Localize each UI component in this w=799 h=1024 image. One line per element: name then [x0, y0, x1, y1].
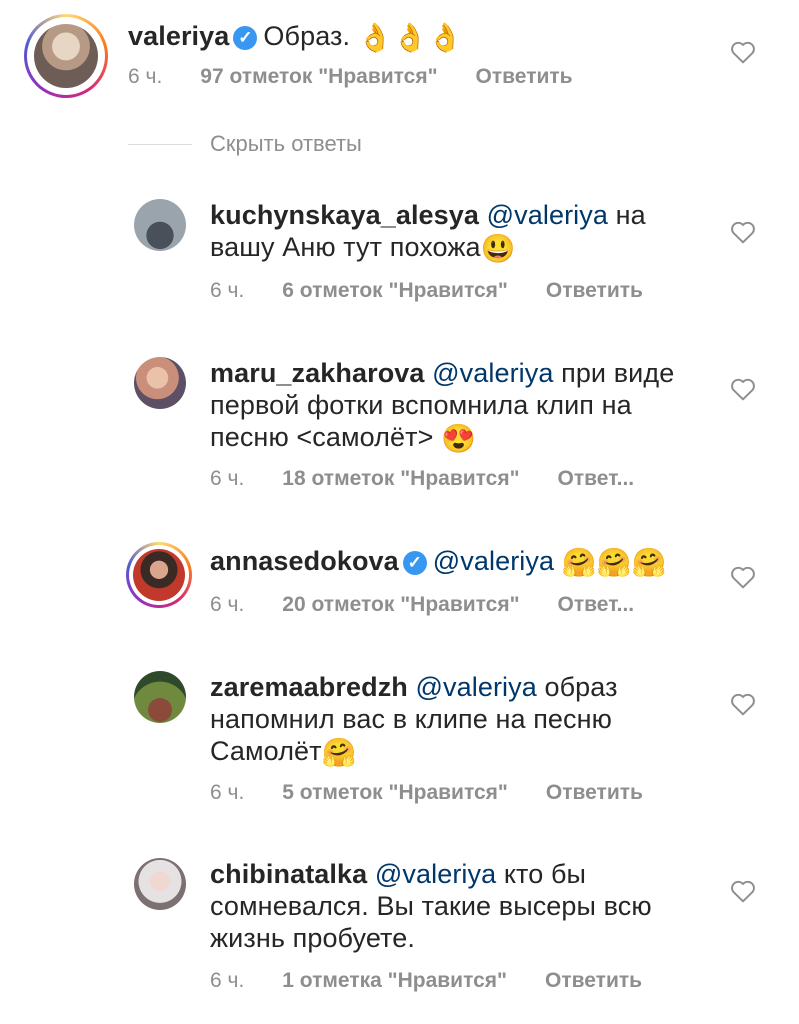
comment-username[interactable]: chibinatalka	[210, 859, 367, 889]
comment-time: 6 ч.	[210, 593, 245, 616]
comment-time: 6 ч.	[210, 467, 245, 490]
comment-time: 6 ч.	[210, 969, 245, 992]
reply-button[interactable]: Ответить	[546, 781, 643, 805]
avatar[interactable]	[134, 858, 186, 910]
heart-outline-icon[interactable]	[730, 565, 756, 589]
mention-link[interactable]: @valeriya	[416, 672, 537, 702]
comment-meta: 6 ч. 20 отметок "Нравится" Ответ...	[210, 593, 634, 617]
hugging-face-emoji: 🤗🤗🤗	[561, 547, 667, 578]
mention-link[interactable]: @valeriya	[433, 546, 554, 576]
smiley-emoji: 😃	[480, 233, 516, 264]
comment-body: annasedokova ✓ @valeriya 🤗🤗🤗	[210, 545, 710, 578]
reply-button[interactable]: Ответить	[546, 279, 643, 303]
heart-outline-icon[interactable]	[730, 692, 756, 716]
avatar[interactable]	[133, 549, 185, 601]
avatar[interactable]	[134, 357, 186, 409]
hide-replies-button[interactable]: Скрыть ответы	[210, 131, 362, 157]
heart-eyes-emoji: 😍	[441, 423, 477, 454]
story-ring[interactable]	[24, 14, 108, 98]
mention-link[interactable]: @valeriya	[375, 859, 496, 889]
comment-meta: 6 ч. 5 отметок "Нравится" Ответить	[210, 781, 643, 805]
comment-meta: 6 ч. 18 отметок "Нравится" Ответ...	[210, 467, 634, 491]
reply-button[interactable]: Ответ...	[558, 593, 635, 617]
comment-meta: 6 ч. 6 отметок "Нравится" Ответить	[210, 279, 643, 303]
comment-meta: 6 ч. 1 отметка "Нравится" Ответить	[210, 969, 642, 993]
comment-body: kuchynskaya_alesya @valeriya на вашу Аню…	[210, 199, 710, 264]
divider-line	[128, 144, 192, 145]
comment-username[interactable]: annasedokova	[210, 546, 399, 576]
verified-badge-icon: ✓	[233, 26, 258, 50]
heart-outline-icon[interactable]	[730, 879, 756, 903]
likes-count[interactable]: 18 отметок "Нравится"	[282, 467, 519, 491]
story-ring[interactable]	[126, 542, 192, 608]
hugging-face-emoji: 🤗	[321, 737, 357, 768]
comment-body: maru_zakharova @valeriya при виде первой…	[210, 357, 710, 454]
likes-count[interactable]: 97 отметок "Нравится"	[200, 65, 437, 89]
likes-count[interactable]: 1 отметка "Нравится"	[282, 969, 507, 993]
reply-button[interactable]: Ответ...	[558, 467, 635, 491]
comment-time: 6 ч.	[210, 279, 245, 302]
comment-body: zaremaabredzh @valeriya образ напомнил в…	[210, 671, 710, 768]
comment-username[interactable]: maru_zakharova	[210, 358, 425, 388]
comment-time: 6 ч.	[210, 781, 245, 804]
comment-meta: 6 ч. 97 отметок "Нравится" Ответить	[128, 65, 573, 89]
comment-body: chibinatalka @valeriya кто бы сомневался…	[210, 858, 710, 954]
likes-count[interactable]: 6 отметок "Нравится"	[282, 279, 508, 303]
comment-body: valeriya ✓ Образ. 👌👌👌	[128, 20, 718, 53]
comment-username[interactable]: kuchynskaya_alesya	[210, 200, 479, 230]
avatar[interactable]	[134, 671, 186, 723]
avatar[interactable]	[134, 199, 186, 251]
comment-username[interactable]: zaremaabredzh	[210, 672, 408, 702]
reply-button[interactable]: Ответить	[545, 969, 642, 993]
comment-username[interactable]: valeriya	[128, 21, 229, 51]
comment-time: 6 ч.	[128, 65, 163, 88]
mention-link[interactable]: @valeriya	[432, 358, 553, 388]
mention-link[interactable]: @valeriya	[487, 200, 608, 230]
comment-text: Образ.	[263, 21, 351, 51]
heart-outline-icon[interactable]	[730, 377, 756, 401]
likes-count[interactable]: 5 отметок "Нравится"	[282, 781, 508, 805]
avatar[interactable]	[34, 24, 98, 88]
likes-count[interactable]: 20 отметок "Нравится"	[282, 593, 519, 617]
heart-outline-icon[interactable]	[730, 220, 756, 244]
verified-badge-icon: ✓	[402, 551, 427, 575]
ok-hand-emoji: 👌👌👌	[357, 22, 463, 53]
heart-outline-icon[interactable]	[730, 40, 756, 64]
reply-button[interactable]: Ответить	[476, 65, 573, 89]
